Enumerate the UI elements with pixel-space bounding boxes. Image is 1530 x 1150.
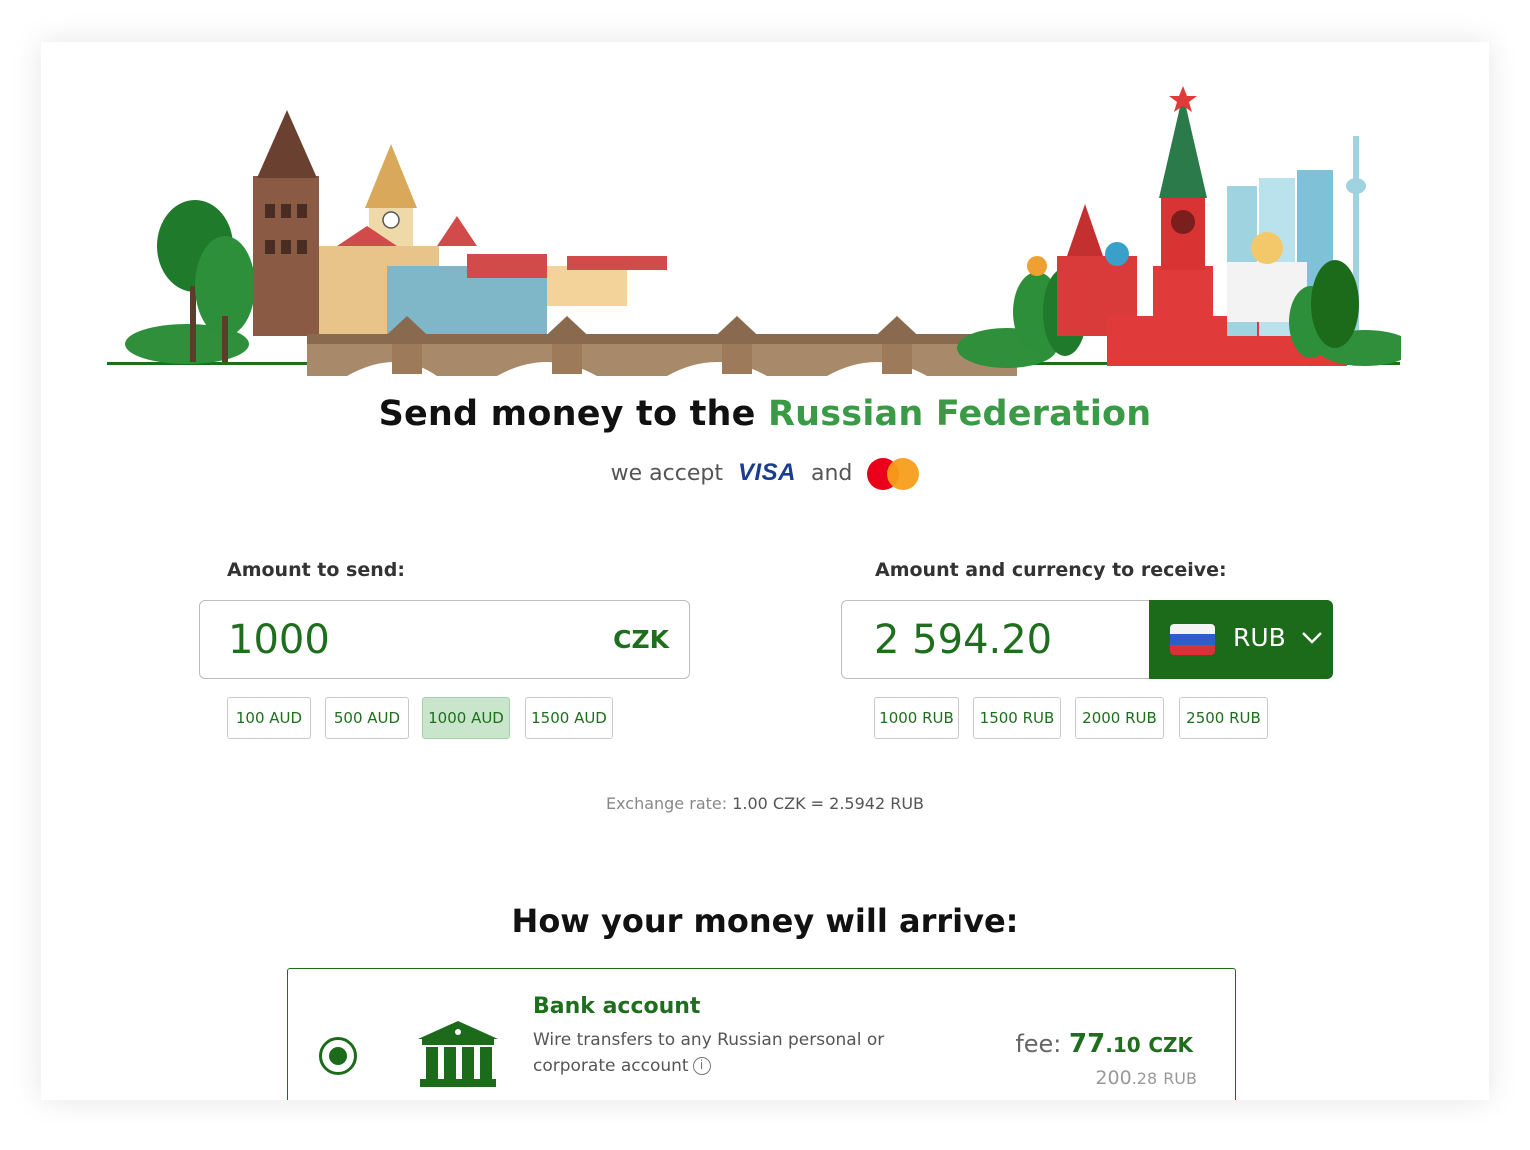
accept-text: we accept (610, 461, 723, 486)
page-frame: Send money to the Russian Federation we … (41, 42, 1489, 1100)
receive-amount-input[interactable]: 2 594.20 (841, 600, 1151, 679)
fee-alt-amount: 200.28 RUB (1095, 1067, 1197, 1089)
send-amount-value[interactable]: 1000 (228, 617, 330, 663)
send-currency-label: CZK (613, 625, 669, 654)
bank-icon (418, 1021, 498, 1087)
delivery-option-bank-account[interactable]: Bank account Wire transfers to any Russi… (287, 968, 1236, 1100)
delivery-option-radio[interactable] (319, 1037, 357, 1075)
receive-currency-select[interactable]: RUB (1149, 600, 1333, 679)
send-preset-button[interactable]: 1500 AUD (525, 697, 613, 739)
russia-flag-icon (1170, 624, 1215, 655)
info-icon[interactable]: i (692, 1057, 711, 1075)
title-country: Russian Federation (767, 394, 1152, 434)
receive-preset-button[interactable]: 2500 RUB (1179, 697, 1268, 739)
chevron-down-icon (1301, 626, 1323, 650)
fee-whole: 77 (1069, 1029, 1106, 1059)
fee-alt-whole: 200 (1095, 1067, 1132, 1089)
delivery-heading: How your money will arrive: (511, 902, 1019, 940)
receive-preset-button[interactable]: 2000 RUB (1075, 697, 1164, 739)
receive-amount-value[interactable]: 2 594.20 (874, 617, 1052, 663)
exchange-rate-label: Exchange rate: (605, 794, 728, 813)
and-text: and (810, 461, 853, 486)
receive-preset-button[interactable]: 1000 RUB (874, 697, 959, 739)
send-preset-button[interactable]: 100 AUD (227, 697, 311, 739)
hero-illustration (107, 86, 1401, 376)
title-prefix: Send money to the (378, 394, 756, 434)
fee-currency: CZK (1148, 1033, 1193, 1057)
fee-alt-cents: .28 (1131, 1069, 1158, 1088)
send-label: Amount to send: (227, 559, 405, 581)
receive-currency-code: RUB (1233, 623, 1286, 652)
delivery-option-description: Wire transfers to any Russian personal o… (533, 1027, 913, 1079)
fee-alt-currency: RUB (1163, 1069, 1197, 1088)
exchange-rate-value: 1.00 CZK = 2.5942 RUB (732, 794, 925, 813)
mastercard-logo (867, 458, 920, 490)
receive-preset-button[interactable]: 1500 RUB (973, 697, 1061, 739)
page-title: Send money to the Russian Federation (41, 394, 1489, 434)
delivery-option-title: Bank account (533, 994, 701, 1019)
fee-amount: fee: 77.10 CZK (1015, 1029, 1193, 1059)
send-amount-input[interactable]: 1000 CZK (199, 600, 690, 679)
payment-methods: we accept VISA and (41, 458, 1489, 490)
visa-logo: VISA (737, 459, 796, 486)
send-preset-button-active[interactable]: 1000 AUD (422, 697, 510, 739)
exchange-rate: Exchange rate: 1.00 CZK = 2.5942 RUB (41, 794, 1489, 813)
fee-cents: .10 (1105, 1033, 1141, 1057)
receive-label: Amount and currency to receive: (875, 559, 1227, 581)
fee-label: fee: (1015, 1030, 1062, 1058)
send-preset-button[interactable]: 500 AUD (325, 697, 409, 739)
